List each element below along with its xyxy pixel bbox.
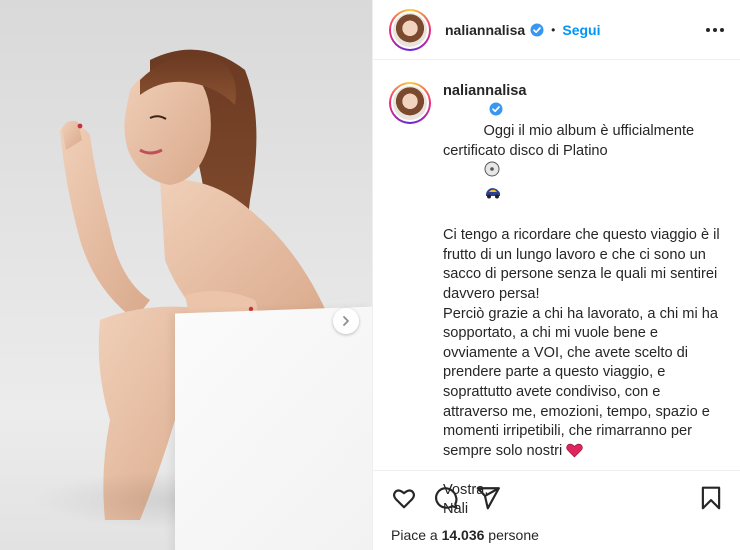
caption-body: naliannalisa Oggi il mio album è ufficia… xyxy=(443,82,724,520)
heart-icon[interactable] xyxy=(391,485,417,511)
caption-username[interactable]: naliannalisa xyxy=(443,83,527,99)
action-bar: Piace a 14.036 persone xyxy=(373,470,740,550)
car-emoji xyxy=(484,184,502,207)
post-photo[interactable] xyxy=(0,0,372,550)
more-options-icon[interactable] xyxy=(706,27,724,32)
likes-count[interactable]: Piace a 14.036 persone xyxy=(373,511,740,543)
separator-dot: • xyxy=(551,22,556,37)
disc-emoji xyxy=(484,161,500,184)
post-header: naliannalisa • Segui xyxy=(373,0,740,60)
bookmark-icon[interactable] xyxy=(698,485,724,511)
send-icon[interactable] xyxy=(475,485,501,511)
caption: naliannalisa Oggi il mio album è ufficia… xyxy=(373,60,740,520)
white-cube xyxy=(175,306,372,550)
caption-text: Oggi il mio album è ufficialmente certif… xyxy=(443,123,699,159)
chevron-right-icon xyxy=(343,316,349,326)
username[interactable]: naliannalisa xyxy=(445,22,525,38)
likes-suffix: persone xyxy=(484,527,539,543)
post-sidebar: naliannalisa • Segui naliannalisa Oggi i… xyxy=(372,0,740,550)
next-photo-button[interactable] xyxy=(333,308,359,334)
caption-rest: Ci tengo a ricordare che questo viaggio … xyxy=(443,226,724,461)
comment-icon[interactable] xyxy=(433,485,459,511)
caption-rest-text: Ci tengo a ricordare che questo viaggio … xyxy=(443,227,720,459)
instagram-post: naliannalisa • Segui naliannalisa Oggi i… xyxy=(0,0,740,550)
likes-number: 14.036 xyxy=(441,527,485,543)
caption-avatar[interactable] xyxy=(389,82,431,124)
verified-badge-icon xyxy=(489,102,503,116)
follow-button[interactable]: Segui xyxy=(562,22,600,38)
likes-prefix: Piace a xyxy=(391,527,442,543)
verified-badge-icon xyxy=(530,23,544,37)
red-heart-emoji xyxy=(566,443,583,459)
avatar[interactable] xyxy=(389,8,431,51)
